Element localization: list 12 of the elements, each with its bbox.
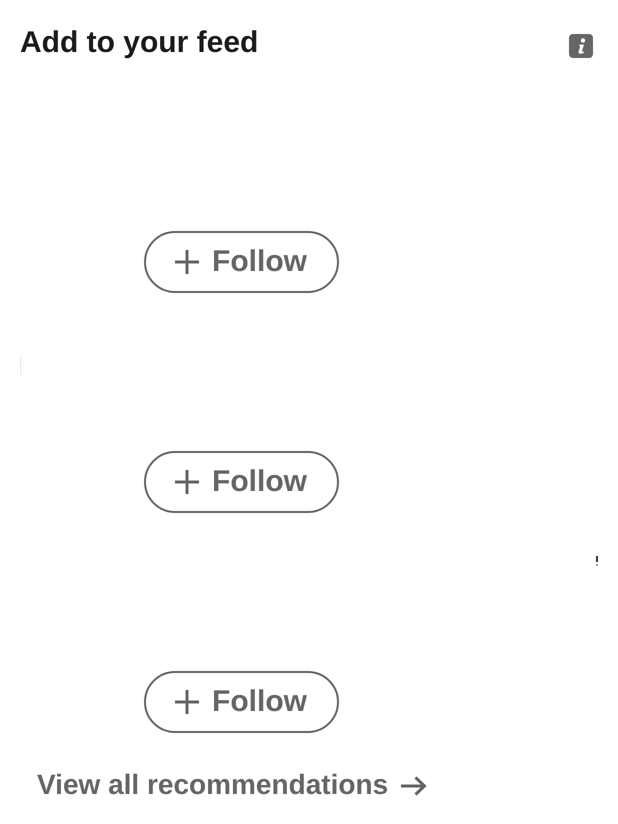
section-title: Add to your feed bbox=[20, 25, 258, 61]
arrow-right-icon bbox=[400, 776, 428, 796]
plus-icon bbox=[175, 250, 199, 274]
follow-button[interactable]: Follow bbox=[144, 671, 339, 733]
dash-mark-icon bbox=[596, 556, 598, 566]
plus-icon bbox=[175, 690, 199, 714]
plus-icon bbox=[175, 470, 199, 494]
info-icon[interactable] bbox=[569, 34, 593, 58]
sliver-icon bbox=[19, 352, 22, 380]
follow-button[interactable]: Follow bbox=[144, 451, 339, 513]
follow-button[interactable]: Follow bbox=[144, 231, 339, 293]
view-all-link[interactable]: View all recommendations bbox=[37, 768, 428, 802]
